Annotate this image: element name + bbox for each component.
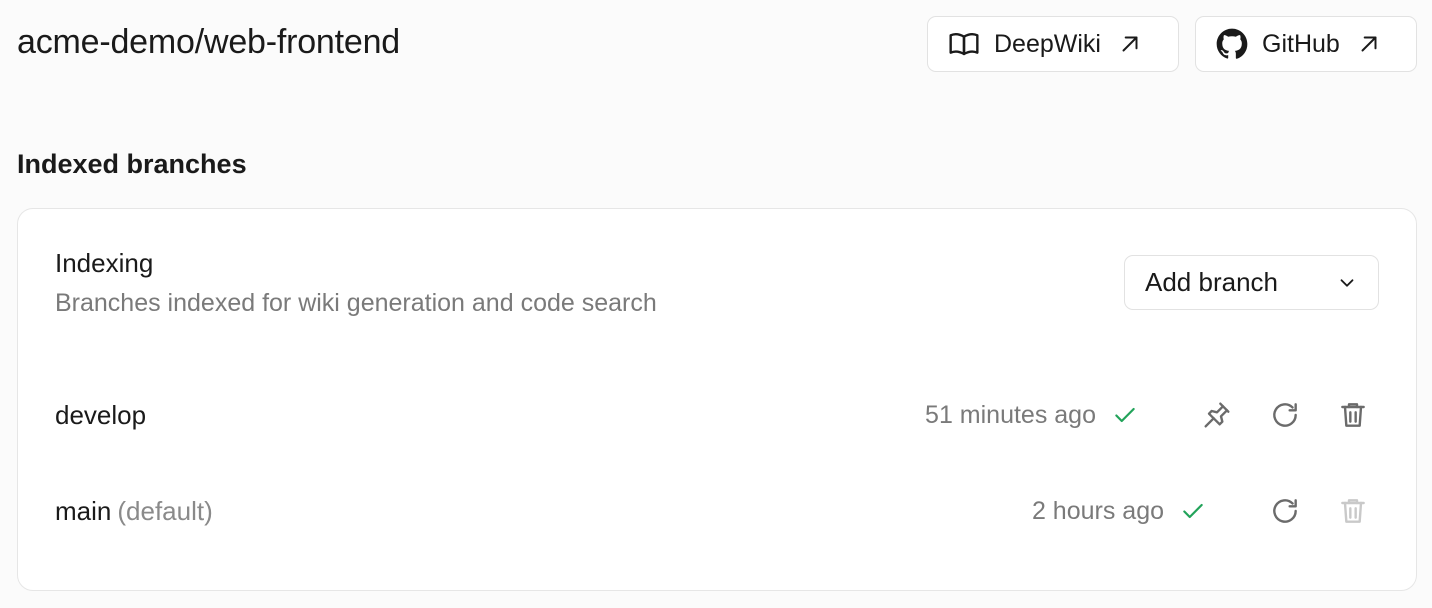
refresh-icon[interactable] (1268, 398, 1302, 432)
add-branch-label: Add branch (1145, 267, 1278, 297)
trash-icon (1336, 494, 1370, 528)
book-open-icon (948, 28, 980, 60)
branch-name: develop (55, 398, 146, 432)
add-branch-select[interactable]: Add branch (1124, 255, 1379, 310)
trash-icon[interactable] (1336, 398, 1370, 432)
check-icon (1180, 498, 1206, 524)
branch-row-actions: 51 minutes ago (925, 390, 1370, 440)
indexing-title: Indexing (55, 248, 154, 278)
branch-row: main (default) 2 hours ago (18, 486, 1418, 536)
github-button-label: GitHub (1262, 29, 1340, 58)
section-title: Indexed branches (17, 149, 247, 179)
refresh-icon[interactable] (1268, 494, 1302, 528)
repo-title: acme-demo/web-frontend (17, 23, 401, 61)
github-icon (1216, 28, 1248, 60)
github-button[interactable]: GitHub (1195, 16, 1417, 72)
indexing-card: Indexing Branches indexed for wiki gener… (17, 208, 1417, 591)
branch-name-text: main (55, 496, 112, 526)
arrow-up-right-icon (1117, 31, 1143, 57)
branch-updated-time: 51 minutes ago (925, 400, 1096, 429)
branch-updated-time: 2 hours ago (1031, 496, 1164, 525)
check-icon (1112, 402, 1138, 428)
chevron-down-icon (1336, 272, 1358, 294)
repository-page: acme-demo/web-frontend DeepWiki GitHub I… (0, 0, 1432, 608)
indexing-subtitle: Branches indexed for wiki generation and… (55, 289, 657, 317)
branch-name: main (default) (55, 494, 213, 528)
deepwiki-button-label: DeepWiki (994, 29, 1101, 58)
arrow-up-right-icon (1356, 31, 1382, 57)
default-branch-tag: (default) (117, 496, 213, 526)
pin-icon[interactable] (1200, 398, 1234, 432)
branch-name-text: develop (55, 400, 147, 430)
branch-row-actions: 2 hours ago (1032, 486, 1370, 536)
deepwiki-button[interactable]: DeepWiki (927, 16, 1179, 72)
branch-row: develop 51 minutes ago (18, 390, 1418, 440)
